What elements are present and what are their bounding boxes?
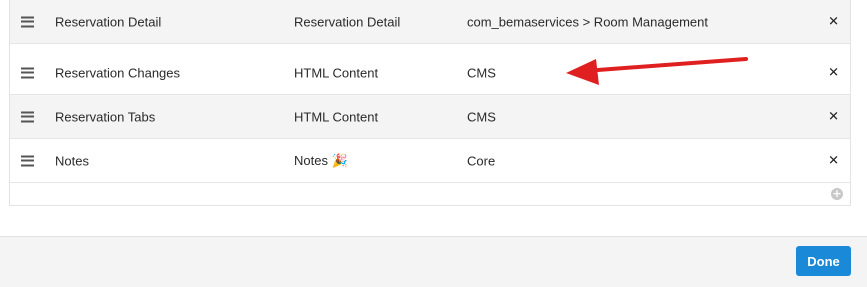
close-icon[interactable]: ✕ [828, 14, 839, 29]
module-source: com_bemaservices > Room Management [467, 14, 708, 29]
module-type: HTML Content [294, 65, 379, 80]
module-source: Core [467, 153, 496, 168]
drag-handle-icon[interactable] [21, 67, 34, 78]
module-name: Reservation Changes [55, 65, 181, 80]
done-button[interactable]: Done [796, 246, 851, 276]
dialog-footer: Done [0, 236, 867, 287]
module-list: Reservation Detail Reservation Detail co… [9, 0, 851, 206]
drag-handle-icon[interactable] [21, 155, 34, 166]
module-name: Reservation Detail [55, 14, 162, 29]
module-row-reservation-tabs[interactable]: Reservation Tabs HTML Content CMS ✕ [10, 95, 850, 139]
close-icon[interactable]: ✕ [828, 109, 839, 124]
module-row-notes[interactable]: Notes Notes 🎉 Core ✕ [10, 139, 850, 183]
module-row-reservation-changes[interactable]: Reservation Changes HTML Content CMS ✕ [10, 51, 850, 95]
module-name: Reservation Tabs [55, 109, 156, 124]
close-icon[interactable]: ✕ [828, 153, 839, 168]
module-name: Notes [55, 153, 89, 168]
module-source: CMS [467, 109, 496, 124]
drag-handle-icon[interactable] [21, 16, 34, 27]
close-icon[interactable]: ✕ [828, 65, 839, 80]
module-type: Reservation Detail [294, 14, 401, 29]
drag-handle-icon[interactable] [21, 111, 34, 122]
module-type: Notes 🎉 [294, 152, 348, 168]
add-circle-icon[interactable]: + [831, 188, 843, 200]
module-type: HTML Content [294, 109, 379, 124]
module-source: CMS [467, 65, 496, 80]
module-row-reservation-detail[interactable]: Reservation Detail Reservation Detail co… [10, 0, 850, 44]
